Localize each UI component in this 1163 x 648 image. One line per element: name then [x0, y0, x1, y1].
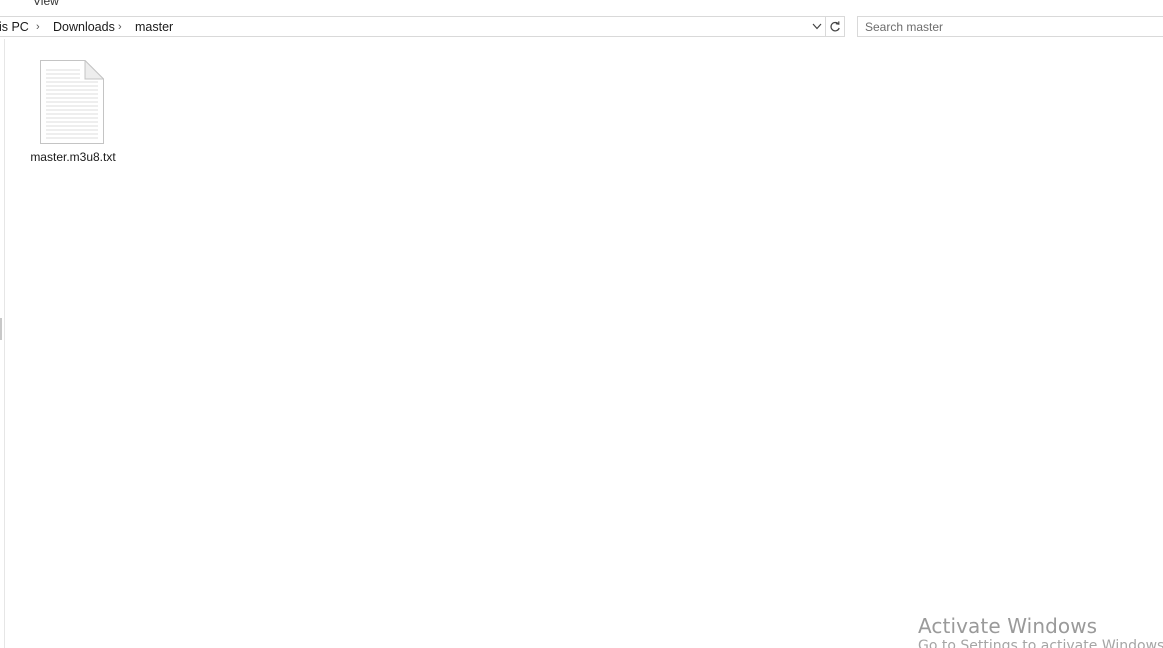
address-bar[interactable]: his PC › Downloads › master [0, 16, 845, 37]
navigation-bar: his PC › Downloads › master [0, 11, 1163, 45]
activate-windows-title: Activate Windows [918, 614, 1098, 638]
search-box[interactable] [857, 16, 1163, 37]
breadcrumb-downloads[interactable]: Downloads [53, 17, 115, 37]
pane-splitter-handle[interactable] [0, 318, 2, 340]
breadcrumb-this-pc[interactable]: his PC [0, 17, 29, 37]
breadcrumb-chevron-icon[interactable]: › [36, 17, 40, 37]
text-file-icon [40, 60, 104, 144]
activate-windows-subtitle: Go to Settings to activate Windows. [918, 638, 1163, 648]
file-item[interactable]: master.m3u8.txt [24, 58, 122, 170]
breadcrumb-chevron-icon[interactable]: › [118, 17, 122, 37]
tab-view[interactable]: View [33, 0, 59, 11]
chevron-down-icon [812, 23, 822, 30]
breadcrumb-master[interactable]: master [135, 17, 173, 37]
file-explorer-window: View his PC › Downloads › master [0, 0, 1163, 648]
refresh-button[interactable] [825, 17, 844, 36]
file-name-label: master.m3u8.txt [30, 150, 116, 164]
search-input[interactable] [858, 17, 1163, 36]
refresh-icon [830, 20, 840, 31]
address-dropdown-button[interactable] [808, 17, 825, 36]
navigation-pane-edge [0, 39, 5, 648]
